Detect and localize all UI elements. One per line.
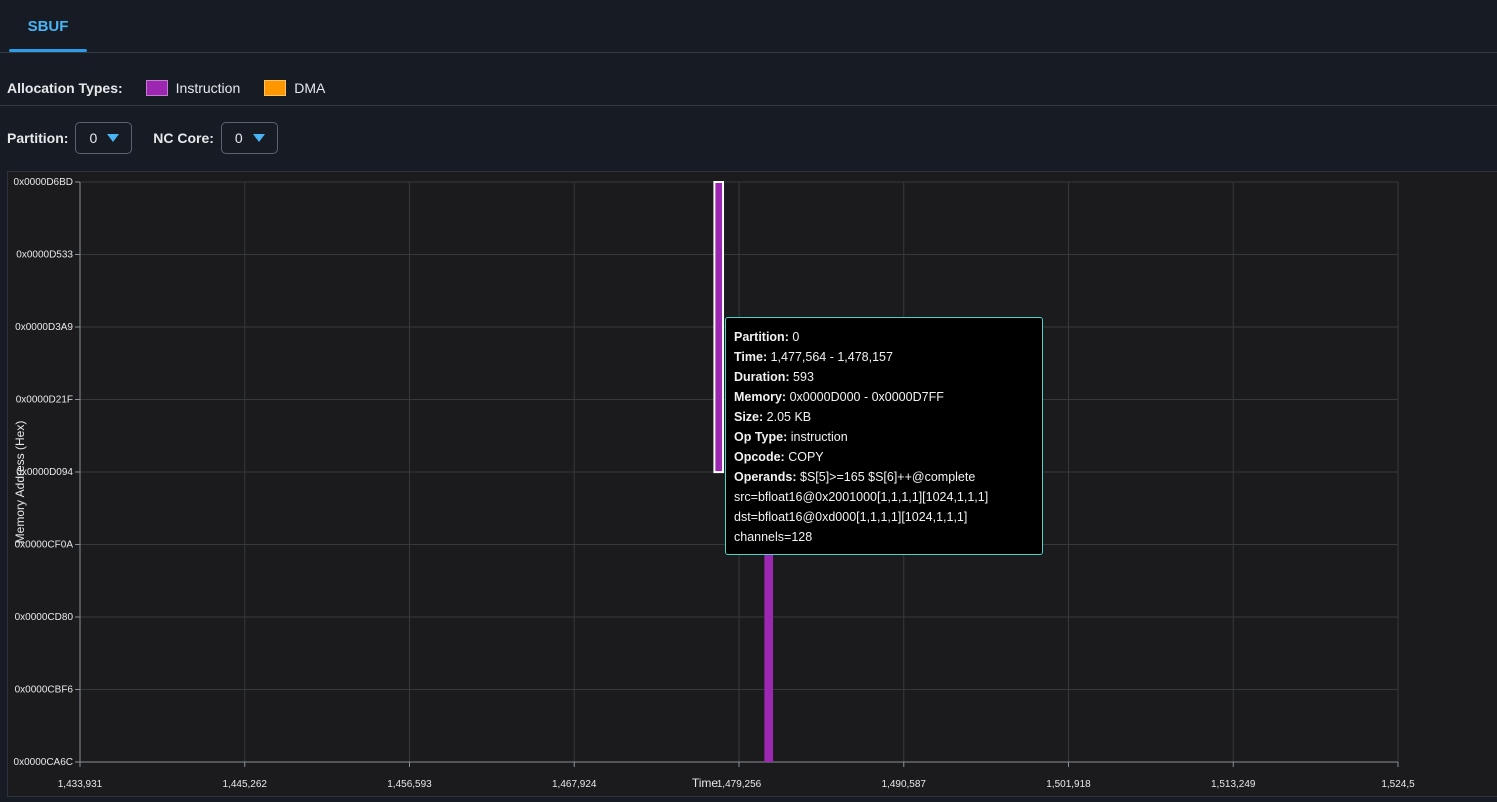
tab-bar: SBUF: [0, 0, 1497, 53]
chevron-down-icon: [107, 134, 120, 142]
y-tick-label: 0x0000CBF6: [15, 685, 74, 696]
y-tick-label: 0x0000D6BD: [14, 177, 73, 188]
legend-item-instruction[interactable]: Instruction: [145, 79, 241, 96]
tooltip-opcode-value: COPY: [788, 450, 824, 464]
allocation-bar[interactable]: [764, 544, 774, 762]
x-axis-title: Time: [692, 776, 719, 790]
partition-label: Partition:: [7, 130, 69, 146]
tooltip-memory-value: 0x0000D000 - 0x0000D7FF: [789, 390, 944, 404]
x-tick-label: 1,490,587: [882, 779, 927, 790]
legend-label-instruction: Instruction: [175, 79, 241, 96]
tooltip-time-label: Time:: [734, 350, 768, 364]
highlighted-allocation-bar[interactable]: [713, 181, 725, 474]
tooltip-partition-value: 0: [792, 330, 800, 344]
x-tick-label: 1,524,5: [1381, 779, 1415, 790]
y-tick-label: 0x0000D533: [16, 250, 73, 261]
tooltip-time-value: 1,477,564 - 1,478,157: [770, 350, 893, 364]
tooltip-memory-label: Memory:: [734, 390, 787, 404]
y-tick-label: 0x0000CA6C: [14, 757, 73, 768]
tooltip-optype-label: Op Type:: [734, 430, 788, 444]
x-tick-label: 1,433,931: [58, 779, 103, 790]
tooltip-duration-label: Duration:: [734, 370, 790, 384]
memory-timeline-chart: 1,433,931 1,445,262 1,456,593 1,467,924 1,47…: [7, 171, 1497, 797]
tooltip-partition-label: Partition:: [734, 330, 789, 344]
x-tick-label: 1,501,918: [1046, 779, 1091, 790]
allocation-tooltip: Partition: 0 Time: 1,477,564 - 1,478,157…: [725, 317, 1043, 555]
tooltip-size-label: Size:: [734, 410, 764, 424]
tooltip-opcode-label: Opcode:: [734, 450, 785, 464]
allocation-legend: Allocation Types: Instruction DMA: [0, 70, 1497, 106]
nc-core-value: 0: [234, 130, 243, 146]
tooltip-size-value: 2.05 KB: [766, 410, 812, 424]
instruction-swatch: [145, 79, 168, 96]
tooltip-operands-value: $S[5]>=165 $S[6]++@complete: [800, 470, 976, 484]
tooltip-operands-label: Operands:: [734, 470, 797, 484]
y-tick-label: 0x0000D3A9: [15, 322, 73, 333]
chevron-down-icon: [252, 134, 265, 142]
legend-title: Allocation Types:: [7, 79, 123, 96]
y-tick-label: 0x0000D21F: [16, 395, 73, 406]
x-tick-label: 1,479,256: [717, 779, 762, 790]
legend-label-dma: DMA: [294, 79, 326, 96]
tooltip-duration-value: 593: [793, 370, 814, 384]
nc-core-select[interactable]: 0: [220, 122, 278, 154]
legend-item-dma[interactable]: DMA: [264, 79, 326, 96]
partition-select[interactable]: 0: [75, 122, 133, 154]
active-tab-indicator: [9, 49, 87, 52]
x-tick-label: 1,445,262: [223, 779, 268, 790]
tab-sbuf[interactable]: SBUF: [9, 0, 87, 53]
tooltip-dst: dst=bfloat16@0xd000[1,1,1,1][1024,1,1,1]: [734, 510, 968, 524]
dma-swatch: [264, 79, 287, 96]
x-tick-label: 1,456,593: [387, 779, 432, 790]
tooltip-optype-value: instruction: [790, 430, 848, 444]
nc-core-label: NC Core:: [153, 130, 214, 146]
partition-value: 0: [89, 130, 98, 146]
y-tick-label: 0x0000CD80: [15, 612, 74, 623]
tooltip-channels: channels=128: [734, 530, 813, 544]
x-tick-label: 1,467,924: [552, 779, 597, 790]
x-tick-label: 1,513,249: [1211, 779, 1256, 790]
tooltip-src: src=bfloat16@0x2001000[1,1,1,1][1024,1,1…: [734, 490, 989, 504]
y-axis-title: Memory Address (Hex): [13, 421, 27, 544]
filter-controls: Partition: 0 NC Core: 0: [0, 121, 299, 155]
